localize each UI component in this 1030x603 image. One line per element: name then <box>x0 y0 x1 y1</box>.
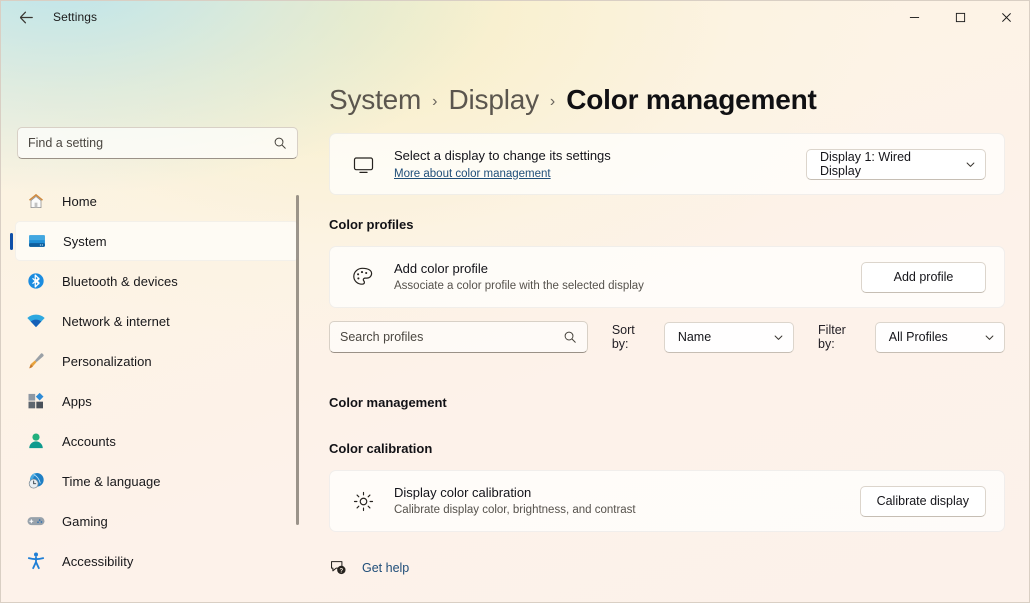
add-color-profile-card: Add color profile Associate a color prof… <box>329 246 1005 308</box>
display-select-card: Select a display to change its settings … <box>329 133 1005 195</box>
window-body: Home System <box>1 33 1029 602</box>
sort-by-value: Name <box>677 330 712 344</box>
maximize-icon <box>955 12 965 22</box>
sidebar-item-home[interactable]: Home <box>15 181 299 221</box>
network-icon <box>25 310 47 332</box>
settings-search[interactable] <box>17 127 298 159</box>
more-about-color-management-link[interactable]: More about color management <box>394 166 551 182</box>
filter-by-dropdown[interactable]: All Profiles <box>874 321 1005 353</box>
close-button[interactable] <box>983 1 1029 33</box>
brush-icon <box>25 350 47 372</box>
breadcrumb-separator: › <box>549 93 556 110</box>
sidebar-item-personalization[interactable]: Personalization <box>15 341 299 381</box>
display-selector-dropdown[interactable]: Display 1: Wired Display <box>806 148 986 180</box>
chevron-down-icon <box>965 159 976 170</box>
clock-globe-icon <box>25 470 47 492</box>
settings-window: Settings Find a setting Home System Blue… <box>0 0 1030 603</box>
display-selector-value: Display 1: Wired Display <box>820 150 911 178</box>
help-bubble-icon: ? <box>329 558 348 577</box>
search-input[interactable] <box>28 136 273 150</box>
calibrate-display-button[interactable]: Calibrate display <box>859 485 986 517</box>
search-icon <box>563 330 577 344</box>
sidebar-item-label: System <box>63 233 107 249</box>
sidebar-item-label: Accessibility <box>62 553 134 569</box>
breadcrumb-system[interactable]: System <box>329 84 421 116</box>
sidebar-item-gaming[interactable]: Gaming <box>15 501 299 541</box>
sidebar-item-label: Network & internet <box>62 313 170 329</box>
home-icon <box>25 190 47 212</box>
sidebar-item-system[interactable]: System <box>10 221 299 261</box>
filter-by-label: Filter by: <box>818 323 846 351</box>
sidebar-item-apps[interactable]: Apps <box>15 381 299 421</box>
get-help-link[interactable]: ? Get help <box>329 558 409 577</box>
profile-search-input[interactable] <box>340 330 563 344</box>
main-content: System › Display › Color management Sele… <box>311 33 1029 602</box>
sidebar-nav: Home System Bluetooth & devices Network … <box>1 181 311 581</box>
gamepad-icon <box>25 510 47 532</box>
sidebar-item-label: Apps <box>62 393 92 409</box>
sidebar-item-label: Personalization <box>62 353 152 369</box>
maximize-button[interactable] <box>937 1 983 33</box>
monitor-icon <box>348 153 378 176</box>
minimize-button[interactable] <box>891 1 937 33</box>
search-icon <box>273 136 287 150</box>
sidebar-item-accounts[interactable]: Accounts <box>15 421 299 461</box>
sidebar-item-bluetooth-devices[interactable]: Bluetooth & devices <box>15 261 299 301</box>
palette-icon <box>348 265 378 289</box>
chevron-down-icon <box>773 332 784 343</box>
profile-search[interactable] <box>329 321 588 353</box>
sidebar-item-time-language[interactable]: Time & language <box>15 461 299 501</box>
close-icon <box>1001 12 1011 22</box>
back-arrow-icon <box>19 11 33 23</box>
filter-by-value: All Profiles <box>888 330 948 344</box>
add-profile-button[interactable]: Add profile <box>861 261 986 293</box>
window-title: Settings <box>53 10 98 24</box>
sidebar: Home System <box>1 33 311 602</box>
sidebar-item-network-internet[interactable]: Network & internet <box>15 301 299 341</box>
apps-icon <box>25 390 47 412</box>
sidebar-item-label: Time & language <box>62 473 161 489</box>
calibration-title: Display color calibration <box>394 485 532 500</box>
calibration-subtitle: Calibrate display color, brightness, and… <box>394 504 636 516</box>
sidebar-item-accessibility[interactable]: Accessibility <box>15 541 299 581</box>
back-button[interactable] <box>9 2 43 32</box>
breadcrumb-separator: › <box>432 93 438 110</box>
brightness-icon <box>348 490 378 513</box>
breadcrumb-display[interactable]: Display <box>448 84 539 116</box>
bluetooth-icon <box>25 270 47 292</box>
add-profile-texts: Add color profile Associate a color prof… <box>394 260 861 294</box>
breadcrumb-color-management: Color management <box>566 84 817 115</box>
profile-tools-row: Sort by: Name Filter by: All Profiles <box>329 321 1005 353</box>
sort-by-dropdown[interactable]: Name <box>663 321 795 353</box>
sidebar-item-label: Accounts <box>62 433 116 449</box>
add-profile-subtitle: Associate a color profile with the selec… <box>394 280 644 292</box>
sidebar-item-label: Gaming <box>62 513 108 529</box>
title-bar: Settings <box>1 1 1029 33</box>
svg-text:?: ? <box>340 568 344 574</box>
color-profiles-heading: Color profiles <box>329 217 414 232</box>
display-card-title: Select a display to change its settings <box>394 147 611 163</box>
minimize-icon <box>909 16 919 18</box>
accounts-icon <box>25 430 47 452</box>
breadcrumb: System › Display › Color management <box>329 79 1005 121</box>
add-profile-title: Add color profile <box>394 261 488 276</box>
window-controls <box>891 1 1029 33</box>
display-color-calibration-card: Display color calibration Calibrate disp… <box>329 470 1005 532</box>
accessibility-icon <box>25 550 47 572</box>
color-calibration-heading: Color calibration <box>329 441 433 456</box>
system-icon <box>26 230 48 252</box>
calibration-texts: Display color calibration Calibrate disp… <box>394 484 860 518</box>
sidebar-scrollbar[interactable] <box>296 195 299 525</box>
color-management-heading: Color management <box>329 395 447 410</box>
display-card-texts: Select a display to change its settings … <box>394 147 806 182</box>
sidebar-item-label: Bluetooth & devices <box>62 273 178 289</box>
sidebar-item-label: Home <box>62 193 97 209</box>
sort-by-label: Sort by: <box>611 323 635 351</box>
get-help-label: Get help <box>362 560 410 575</box>
chevron-down-icon <box>984 332 995 343</box>
